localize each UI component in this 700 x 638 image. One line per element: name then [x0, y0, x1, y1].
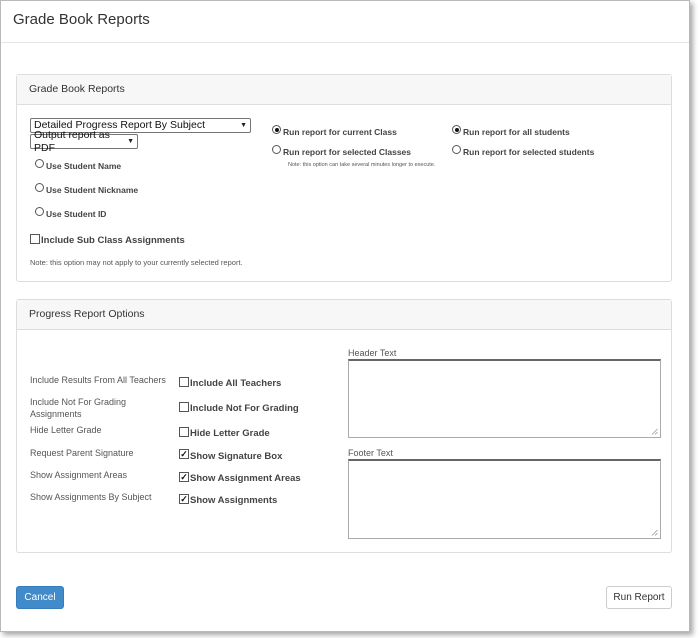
show-assignment-areas-label: Show Assignment Areas: [190, 473, 301, 484]
include-all-teachers-label: Include All Teachers: [190, 378, 282, 389]
use-student-nickname-label: Use Student Nickname: [46, 185, 139, 195]
use-student-id-label: Use Student ID: [46, 209, 107, 219]
resize-grip-icon[interactable]: [651, 428, 658, 435]
current-class-label: Run report for current Class: [283, 127, 397, 137]
all-students-radio[interactable]: [452, 125, 461, 134]
option-label-assignment-areas: Show Assignment Areas: [30, 470, 128, 480]
show-signature-box-checkbox[interactable]: ✓: [179, 449, 189, 459]
footer-text-label: Footer Text: [348, 448, 393, 458]
include-not-for-grading-checkbox[interactable]: [179, 402, 189, 412]
selected-students-label: Run report for selected students: [463, 147, 595, 157]
selected-classes-radio[interactable]: [272, 145, 281, 154]
header-text-input[interactable]: [348, 359, 661, 438]
chevron-down-icon: ▼: [240, 122, 247, 129]
use-student-id-radio[interactable]: [35, 207, 44, 216]
grade-book-reports-panel: Grade Book Reports Detailed Progress Rep…: [16, 74, 672, 282]
option-label-all-teachers: Include Results From All Teachers: [30, 375, 166, 385]
grade-book-reports-dialog: Grade Book Reports Grade Book Reports De…: [0, 0, 690, 632]
output-format-select[interactable]: Output report as PDF ▼: [30, 129, 138, 154]
cancel-button[interactable]: Cancel: [16, 586, 64, 609]
hide-letter-grade-label: Hide Letter Grade: [190, 428, 270, 439]
run-report-button[interactable]: Run Report: [606, 586, 672, 609]
use-student-name-radio[interactable]: [35, 159, 44, 168]
header-text-label: Header Text: [348, 348, 397, 358]
selected-classes-note: Note: this option can take several minut…: [288, 162, 436, 168]
panel-heading: Grade Book Reports: [17, 75, 671, 105]
use-student-name-label: Use Student Name: [46, 161, 122, 171]
option-label-parent-signature: Request Parent Signature: [30, 448, 134, 458]
output-format-value: Output report as PDF: [34, 128, 110, 154]
selected-students-radio[interactable]: [452, 145, 461, 154]
include-sub-class-label: Include Sub Class Assignments: [41, 235, 185, 246]
use-student-nickname-radio[interactable]: [35, 183, 44, 192]
option-label-not-for-grading: Include Not For Grading Assignments: [30, 397, 127, 419]
show-assignments-checkbox[interactable]: ✓: [179, 494, 189, 504]
include-all-teachers-checkbox[interactable]: [179, 377, 189, 387]
dialog-title: Grade Book Reports: [13, 11, 150, 28]
footer-text-input[interactable]: [348, 459, 661, 539]
include-sub-class-checkbox[interactable]: [30, 234, 40, 244]
hide-letter-grade-checkbox[interactable]: [179, 427, 189, 437]
sub-class-note: Note: this option may not apply to your …: [30, 258, 243, 267]
panel-heading: Progress Report Options: [17, 300, 671, 330]
chevron-down-icon: ▼: [127, 138, 134, 145]
dialog-header: Grade Book Reports: [1, 1, 689, 43]
resize-grip-icon[interactable]: [651, 529, 658, 536]
progress-report-options-panel: Progress Report Options Include Results …: [16, 299, 672, 553]
option-label-hide-letter-grade: Hide Letter Grade: [30, 425, 102, 435]
include-not-for-grading-label: Include Not For Grading: [190, 403, 299, 414]
option-label-assignments-by-subject: Show Assignments By Subject: [30, 492, 152, 502]
all-students-label: Run report for all students: [463, 127, 570, 137]
selected-classes-label: Run report for selected Classes: [283, 147, 412, 157]
current-class-radio[interactable]: [272, 125, 281, 134]
show-signature-box-label: Show Signature Box: [190, 451, 283, 462]
show-assignments-label: Show Assignments: [190, 495, 278, 506]
show-assignment-areas-checkbox[interactable]: ✓: [179, 472, 189, 482]
